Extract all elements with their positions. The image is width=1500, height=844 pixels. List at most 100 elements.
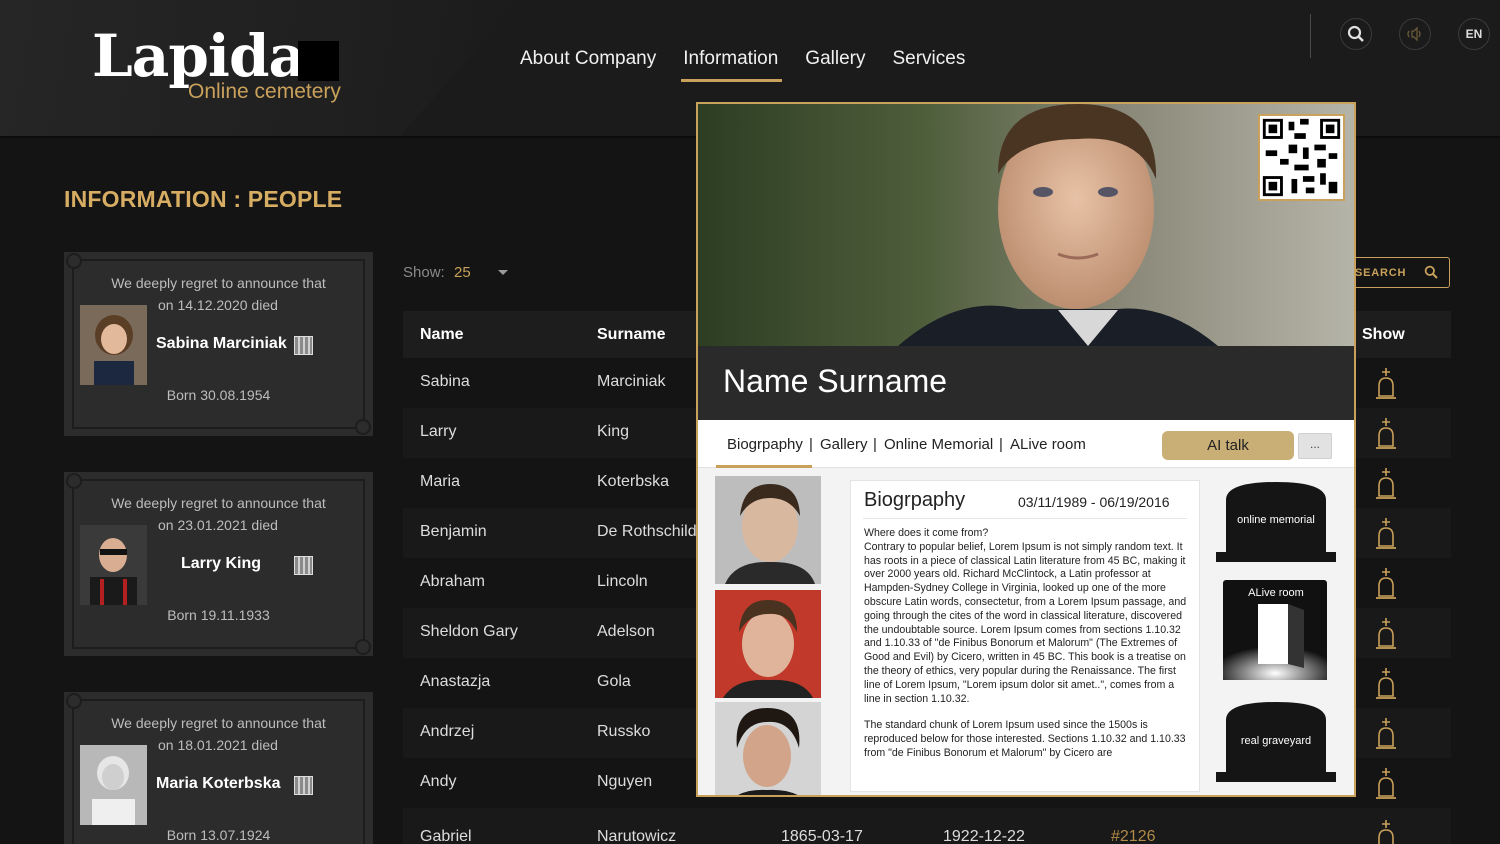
cell-grave-number[interactable]: #2126 [1111, 828, 1156, 844]
gallery-thumbnail[interactable] [715, 590, 821, 698]
gallery-thumbnail[interactable] [715, 476, 821, 584]
tombstone-icon[interactable] [1374, 666, 1398, 700]
page-size-select[interactable]: 25 [454, 264, 471, 281]
cell-surname: Marciniak [597, 373, 666, 390]
online-memorial-tile[interactable]: online memorial [1216, 478, 1336, 570]
tombstone-icon[interactable] [1374, 818, 1398, 844]
card-name: Maria Koterbska [156, 775, 281, 792]
active-tab-indicator [716, 465, 812, 468]
card-announcement: We deeply regret to announce that [111, 275, 326, 291]
card-death-date: on 14.12.2020 died [158, 297, 278, 313]
logo-redaction [298, 41, 339, 81]
search-button[interactable] [1340, 18, 1372, 50]
column-header-surname[interactable]: Surname [597, 326, 665, 344]
cell-name: Sheldon Gary [420, 623, 518, 640]
tombstone-icon[interactable] [1374, 566, 1398, 600]
cell-surname: Narutowicz [597, 828, 677, 844]
sound-button[interactable] [1399, 18, 1431, 50]
tombstone-icon[interactable] [1374, 416, 1398, 450]
cell-name: Andrzej [420, 723, 475, 740]
nav-about-company[interactable]: About Company [520, 48, 656, 80]
page-title: INFORMATION : PEOPLE [64, 186, 343, 212]
nav-gallery[interactable]: Gallery [805, 48, 865, 80]
tombstone-icon[interactable] [1374, 366, 1398, 400]
tombstone-icon[interactable] [1374, 616, 1398, 650]
tile-label: online memorial [1237, 514, 1315, 526]
tab-separator: | [873, 436, 877, 453]
qr-code-icon[interactable] [1258, 114, 1345, 201]
cell-surname: De Rothschild [597, 523, 697, 540]
cell-name: Maria [420, 473, 461, 490]
card-announcement: We deeply regret to announce that [111, 495, 326, 511]
column-header-show: Show [1362, 326, 1405, 343]
biography-text: Where does it come from? Contrary to pop… [864, 527, 1188, 761]
column-header-name[interactable]: Name [420, 326, 464, 344]
nav-services[interactable]: Services [892, 48, 965, 80]
alive-room-tile[interactable]: ALive room [1216, 580, 1336, 680]
card-photo [80, 305, 147, 385]
qr-code-icon[interactable] [294, 336, 313, 355]
real-graveyard-tile[interactable]: real graveyard [1216, 698, 1336, 790]
speaker-icon [1407, 26, 1421, 42]
show-label: Show: [403, 264, 445, 281]
nav-information[interactable]: Information [681, 48, 783, 82]
memorial-card[interactable]: We deeply regret to announce that on 23.… [64, 472, 373, 656]
biography-dates: 03/11/1989 - 06/19/2016 [1018, 494, 1170, 510]
biography-panel: Biogrpaphy 03/11/1989 - 06/19/2016 Where… [850, 480, 1200, 792]
qr-code-icon[interactable] [294, 776, 313, 795]
tombstone-icon[interactable] [1374, 516, 1398, 550]
ai-talk-button[interactable]: AI talk [1162, 431, 1294, 460]
tab-separator: | [999, 436, 1003, 453]
more-button[interactable]: ... [1298, 433, 1332, 459]
cell-surname: Adelson [597, 623, 655, 640]
logo-tagline: Online cemetery [188, 80, 341, 103]
card-photo [80, 745, 147, 825]
tombstone-icon[interactable] [1374, 466, 1398, 500]
memorial-card[interactable]: We deeply regret to announce that on 14.… [64, 252, 373, 436]
main-nav: About Company Information Gallery Servic… [520, 48, 992, 82]
card-name: Sabina Marciniak [156, 335, 287, 352]
modal-tabs: Biogrpaphy | Gallery | Online Memorial |… [698, 420, 1354, 468]
divider [863, 518, 1187, 519]
memorial-card[interactable]: We deeply regret to announce that on 18.… [64, 692, 373, 844]
cell-name: Andy [420, 773, 457, 790]
tile-label: ALive room [1248, 587, 1304, 599]
biography-paragraph: Where does it come from? Contrary to pop… [864, 527, 1187, 705]
biography-title: Biogrpaphy [864, 489, 966, 511]
header-divider [1310, 14, 1311, 58]
person-modal: Name Surname Biogrpaphy | Gallery | Onli… [696, 102, 1356, 797]
table-row[interactable]: Gabriel Narutowicz 1865-03-17 1922-12-22… [403, 808, 1451, 844]
tombstone-icon[interactable] [1374, 766, 1398, 800]
cell-death-date: 1922-12-22 [943, 828, 1025, 844]
modal-namebar: Name Surname [698, 346, 1354, 420]
card-photo [80, 525, 147, 605]
cell-name: Larry [420, 423, 457, 440]
cell-name: Sabina [420, 373, 470, 390]
tab-alive-room[interactable]: ALive room [1010, 436, 1086, 453]
gallery-thumbnail[interactable] [715, 702, 821, 797]
cell-surname: Lincoln [597, 573, 648, 590]
biography-paragraph: The standard chunk of Lorem Ipsum used s… [864, 719, 1186, 759]
tab-biography[interactable]: Biogrpaphy [727, 436, 803, 453]
card-death-date: on 23.01.2021 died [158, 517, 278, 533]
cell-surname: King [597, 423, 630, 440]
cell-surname: Gola [597, 673, 631, 690]
tab-online-memorial[interactable]: Online Memorial [884, 436, 993, 453]
cell-name: Anastazja [420, 673, 491, 690]
hero-portrait [698, 104, 1354, 346]
tombstone-icon[interactable] [1374, 716, 1398, 750]
search-label: SEARCH [1355, 267, 1407, 279]
tab-separator: | [809, 436, 813, 453]
search-icon [1347, 25, 1364, 42]
cell-name: Benjamin [420, 523, 487, 540]
qr-code-icon[interactable] [294, 556, 313, 575]
cell-surname: Koterbska [597, 473, 670, 490]
table-search-button[interactable]: SEARCH [1340, 257, 1450, 288]
cell-birth-date: 1865-03-17 [781, 828, 863, 844]
language-button[interactable]: EN [1458, 18, 1490, 50]
card-name: Larry King [181, 555, 262, 572]
card-announcement: We deeply regret to announce that [111, 715, 326, 731]
chevron-down-icon[interactable] [498, 270, 508, 275]
cell-name: Abraham [420, 573, 485, 590]
tab-gallery[interactable]: Gallery [820, 436, 868, 453]
